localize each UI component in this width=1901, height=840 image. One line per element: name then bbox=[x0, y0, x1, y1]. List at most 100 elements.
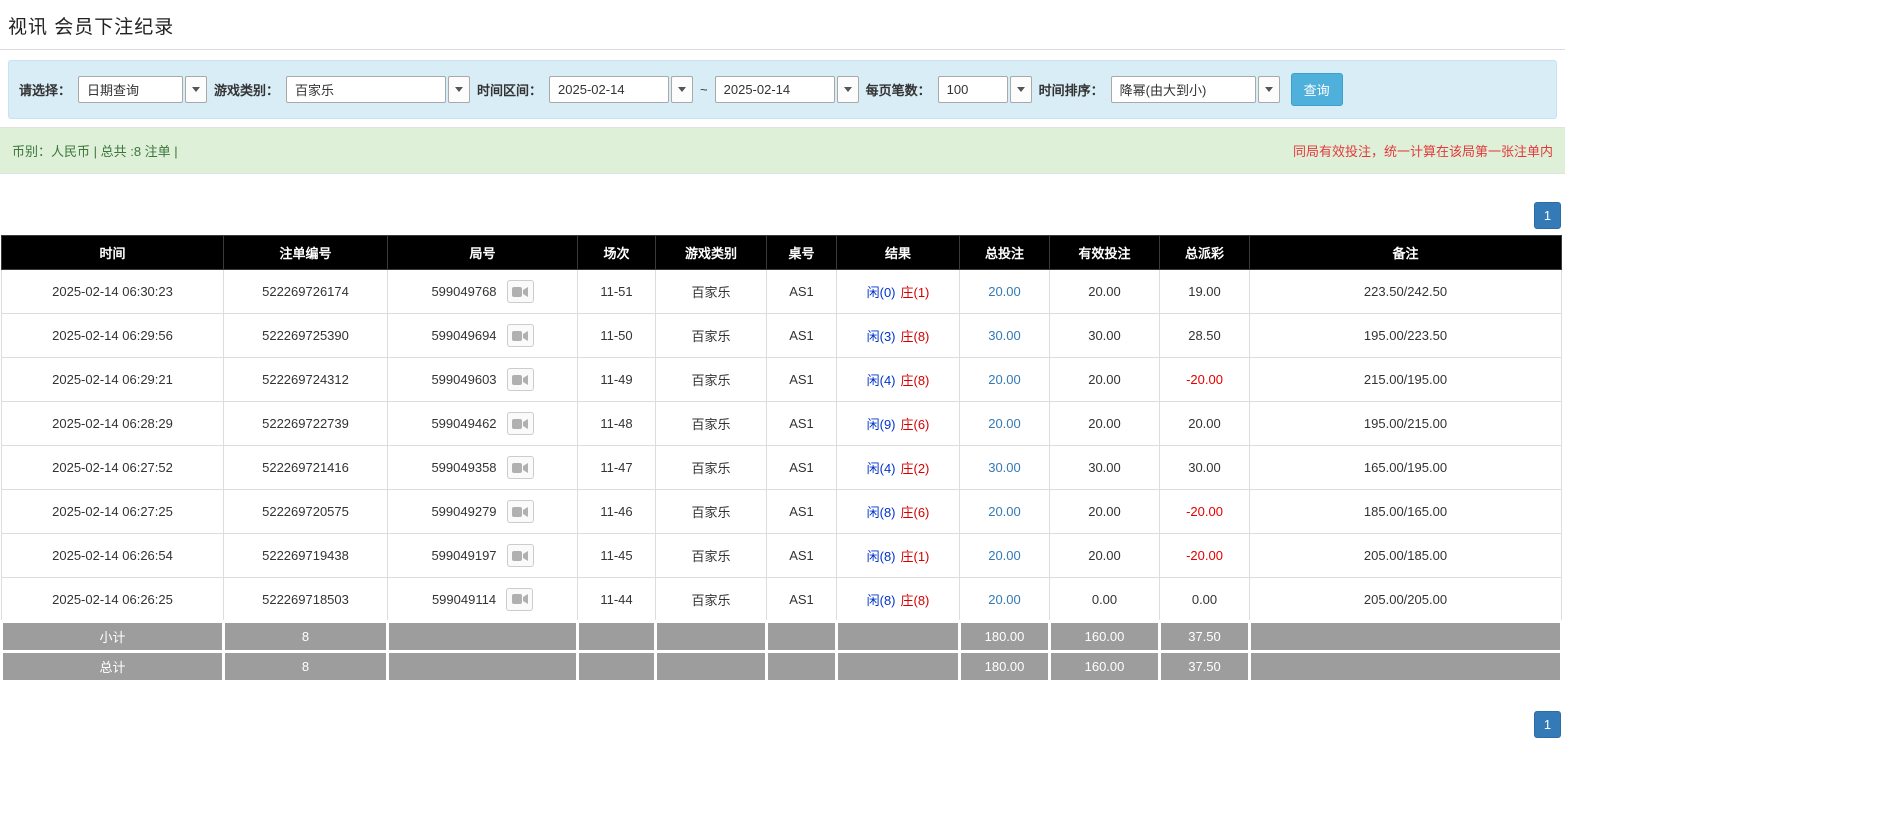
column-header-result: 结果 bbox=[836, 235, 960, 270]
video-camera-icon[interactable] bbox=[506, 500, 534, 523]
round-cell: 599049462 bbox=[387, 401, 578, 446]
game-cell: 百家乐 bbox=[655, 357, 767, 402]
total-bet-link[interactable]: 20.00 bbox=[988, 548, 1021, 563]
total-bet-link[interactable]: 20.00 bbox=[988, 592, 1021, 607]
time-cell: 2025-02-14 06:27:25 bbox=[1, 489, 224, 534]
total-bet-link[interactable]: 20.00 bbox=[988, 416, 1021, 431]
column-header-game: 游戏类别 bbox=[655, 235, 767, 270]
game-cell: 百家乐 bbox=[655, 313, 767, 358]
total-bet-link[interactable]: 30.00 bbox=[988, 328, 1021, 343]
game-cell: 百家乐 bbox=[655, 577, 767, 622]
remark-cell: 215.00/195.00 bbox=[1249, 357, 1562, 402]
total-bet-link[interactable]: 20.00 bbox=[988, 504, 1021, 519]
session-cell: 11-46 bbox=[577, 489, 656, 534]
valid-bet-cell: 20.00 bbox=[1049, 401, 1160, 446]
subtotal-count: 8 bbox=[222, 620, 389, 653]
banker-result: 庄(8) bbox=[900, 373, 930, 388]
total-empty-cell bbox=[1248, 650, 1563, 683]
table-row: 2025-02-14 06:29:21 522269724312 5990496… bbox=[1, 357, 1562, 402]
subtotal-label: 小计 bbox=[0, 620, 225, 653]
remark-cell: 195.00/223.50 bbox=[1249, 313, 1562, 358]
player-result: 闲(9) bbox=[866, 417, 896, 432]
pagination-top: 1 bbox=[0, 198, 1565, 233]
game-cell: 百家乐 bbox=[655, 533, 767, 578]
total-label: 总计 bbox=[0, 650, 225, 683]
valid-bet-cell: 20.00 bbox=[1049, 533, 1160, 578]
chevron-down-icon[interactable] bbox=[671, 76, 694, 103]
time-sort-dropdown[interactable]: 降幂(由大到小) bbox=[1110, 76, 1280, 103]
chevron-down-icon[interactable] bbox=[185, 76, 208, 103]
page-1-button[interactable]: 1 bbox=[1534, 711, 1561, 738]
subtotal-empty-cell bbox=[765, 620, 838, 653]
table-no-cell: AS1 bbox=[766, 533, 837, 578]
video-camera-icon[interactable] bbox=[506, 280, 534, 303]
subtotal-empty-cell bbox=[835, 620, 961, 653]
select-type-dropdown[interactable]: 日期查询 bbox=[78, 76, 208, 103]
chevron-down-icon[interactable] bbox=[1009, 76, 1032, 103]
payout-cell: -20.00 bbox=[1159, 489, 1250, 534]
player-result: 闲(4) bbox=[866, 461, 896, 476]
banker-result: 庄(6) bbox=[900, 505, 930, 520]
date-start-dropdown[interactable]: 2025-02-14 bbox=[549, 76, 694, 103]
table-no-cell: AS1 bbox=[766, 313, 837, 358]
summary-bar: 币别：人民币 | 总共 :8 注单 | 同局有效投注，统一计算在该局第一张注单内 bbox=[0, 127, 1565, 174]
game-type-dropdown[interactable]: 百家乐 bbox=[286, 76, 471, 103]
bet-records-table: 时间 注单编号 局号 场次 游戏类别 桌号 结果 总投注 有效投注 总派彩 备注… bbox=[0, 235, 1563, 683]
session-cell: 11-49 bbox=[577, 357, 656, 402]
chevron-down-icon[interactable] bbox=[836, 76, 859, 103]
valid-bet-cell: 30.00 bbox=[1049, 445, 1160, 490]
total-bet-link[interactable]: 30.00 bbox=[988, 460, 1021, 475]
video-camera-icon[interactable] bbox=[506, 368, 534, 391]
page-1-button[interactable]: 1 bbox=[1534, 202, 1561, 229]
video-camera-icon[interactable] bbox=[506, 456, 534, 479]
subtotal-total-bet: 180.00 bbox=[958, 620, 1051, 653]
chevron-down-icon[interactable] bbox=[1257, 76, 1280, 103]
valid-bet-cell: 20.00 bbox=[1049, 269, 1160, 314]
time-cell: 2025-02-14 06:28:29 bbox=[1, 401, 224, 446]
query-button[interactable]: 查询 bbox=[1290, 73, 1343, 106]
player-result: 闲(4) bbox=[866, 373, 896, 388]
result-cell: 闲(8) 庄(6) bbox=[836, 489, 960, 534]
game-type-value: 百家乐 bbox=[286, 76, 447, 103]
video-camera-icon[interactable] bbox=[506, 544, 534, 567]
game-cell: 百家乐 bbox=[655, 445, 767, 490]
round-number: 599049462 bbox=[431, 416, 497, 431]
pagination-bottom: 1 bbox=[0, 707, 1565, 742]
video-camera-icon[interactable] bbox=[506, 324, 534, 347]
video-camera-icon[interactable] bbox=[506, 412, 534, 435]
time-sort-value: 降幂(由大到小) bbox=[1110, 76, 1256, 103]
valid-bet-cell: 0.00 bbox=[1049, 577, 1160, 622]
valid-bet-cell: 30.00 bbox=[1049, 313, 1160, 358]
remark-cell: 223.50/242.50 bbox=[1249, 269, 1562, 314]
page-container: 视讯 会员下注纪录 请选择： 日期查询 游戏类别： 百家乐 时间区间： 2025… bbox=[0, 0, 1565, 742]
time-cell: 2025-02-14 06:26:25 bbox=[1, 577, 224, 622]
total-bet-link[interactable]: 20.00 bbox=[988, 372, 1021, 387]
column-header-bet-id: 注单编号 bbox=[223, 235, 388, 270]
date-end-dropdown[interactable]: 2025-02-14 bbox=[714, 76, 859, 103]
video-camera-icon[interactable] bbox=[506, 587, 534, 611]
column-header-session: 场次 bbox=[577, 235, 656, 270]
column-header-time: 时间 bbox=[1, 235, 224, 270]
banker-result: 庄(8) bbox=[900, 329, 930, 344]
round-number: 599049358 bbox=[431, 460, 497, 475]
total-bet-cell: 30.00 bbox=[959, 445, 1050, 490]
subtotal-row: 小计 8 180.00 160.00 37.50 bbox=[0, 620, 1563, 653]
table-header: 时间 注单编号 局号 场次 游戏类别 桌号 结果 总投注 有效投注 总派彩 备注 bbox=[1, 235, 1562, 270]
per-page-dropdown[interactable]: 100 bbox=[937, 76, 1032, 103]
bet-id-cell: 522269721416 bbox=[223, 445, 388, 490]
session-cell: 11-50 bbox=[577, 313, 656, 358]
date-end-value: 2025-02-14 bbox=[714, 76, 835, 103]
payout-cell: -20.00 bbox=[1159, 357, 1250, 402]
total-bet-cell: 20.00 bbox=[959, 577, 1050, 622]
date-start-value: 2025-02-14 bbox=[549, 76, 670, 103]
chevron-down-icon[interactable] bbox=[448, 76, 471, 103]
table-no-cell: AS1 bbox=[766, 445, 837, 490]
round-number: 599049197 bbox=[431, 548, 497, 563]
subtotal-payout: 37.50 bbox=[1158, 620, 1251, 653]
total-bet-link[interactable]: 20.00 bbox=[988, 284, 1021, 299]
time-cell: 2025-02-14 06:27:52 bbox=[1, 445, 224, 490]
subtotal-empty-cell bbox=[576, 620, 657, 653]
result-cell: 闲(4) 庄(2) bbox=[836, 445, 960, 490]
column-header-round: 局号 bbox=[387, 235, 578, 270]
round-cell: 599049694 bbox=[387, 313, 578, 358]
